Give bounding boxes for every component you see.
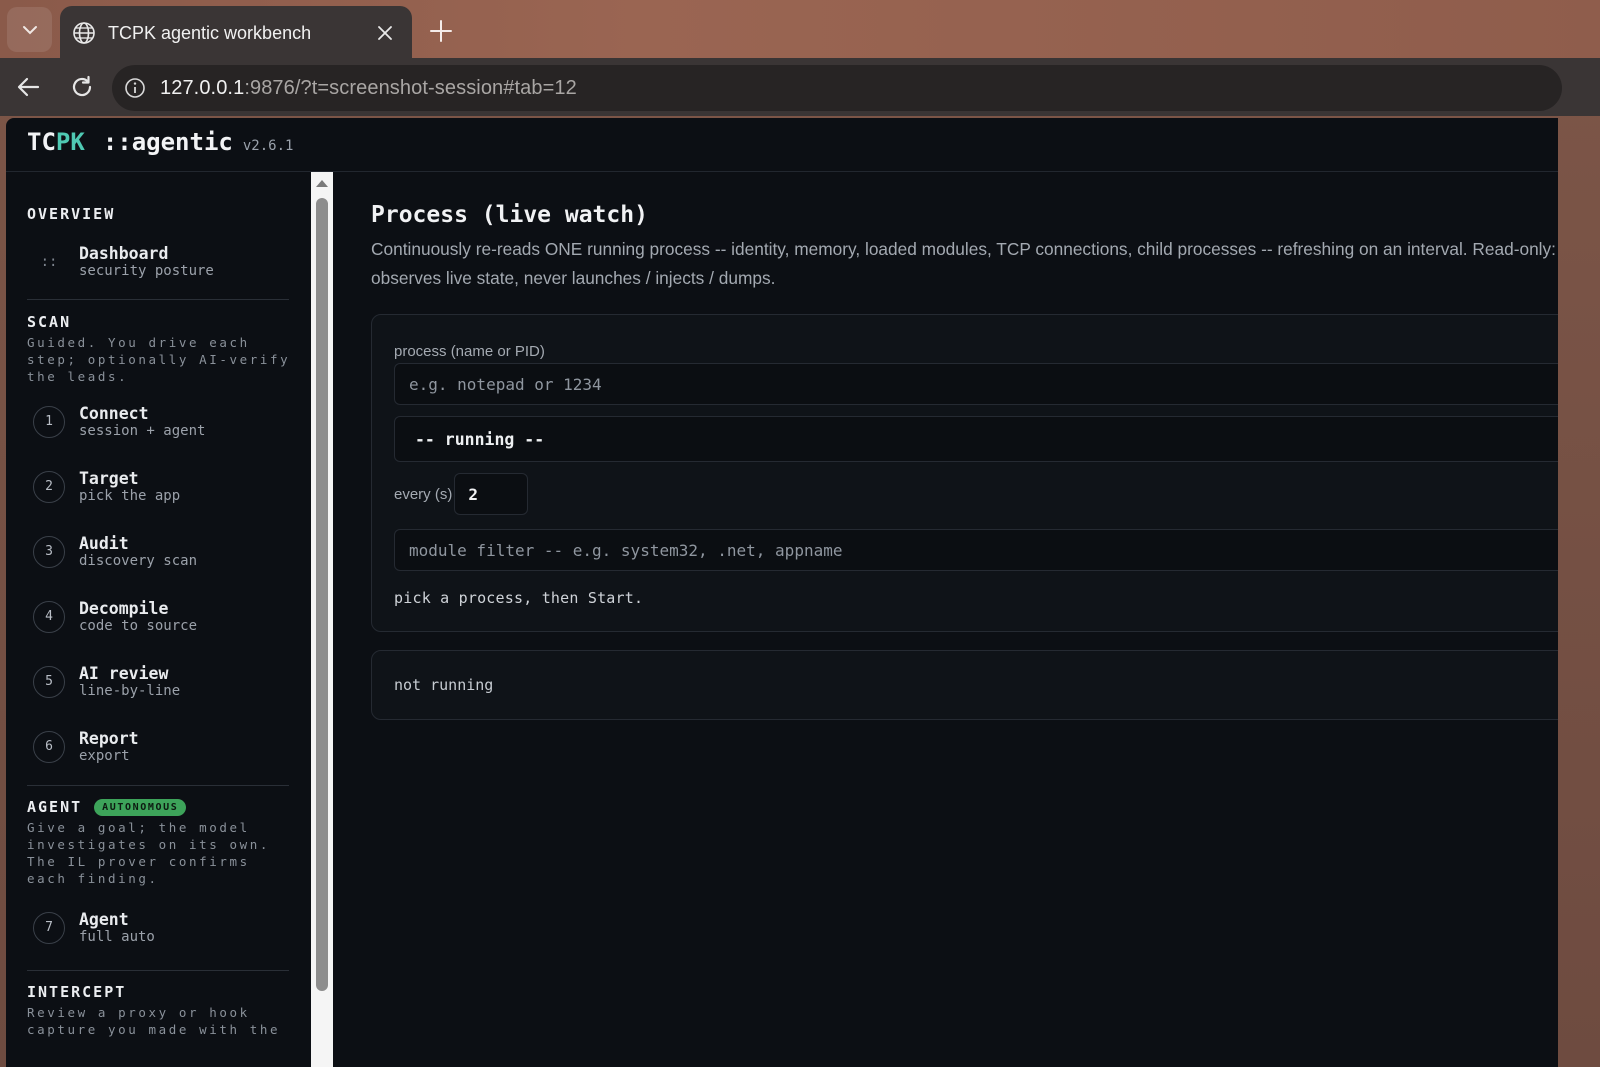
- sidebar-item-label: Decompile: [79, 598, 169, 618]
- brand-logo: TCPK: [27, 128, 85, 156]
- process-field-label: process (name or PID): [394, 343, 545, 360]
- step-number: 4: [33, 600, 65, 633]
- autonomous-badge: AUTONOMOUS: [94, 798, 187, 816]
- app-header: TCPK ::agentic v2.6.1: [6, 118, 1558, 172]
- sidebar-item-label: Report: [79, 728, 139, 748]
- tab-title: TCPK agentic workbench: [108, 22, 312, 43]
- app-version: v2.6.1: [242, 138, 294, 154]
- sidebar-item-agent[interactable]: 7 Agent full auto: [27, 895, 311, 960]
- sidebar-item-report[interactable]: 6 Report export: [27, 714, 311, 779]
- interval-label: every (s): [394, 485, 453, 503]
- sidebar-scrollbar[interactable]: [311, 172, 333, 1067]
- section-title-overview: OVERVIEW: [27, 205, 116, 223]
- sidebar-item-label: AI review: [79, 663, 169, 683]
- new-tab-button[interactable]: [424, 14, 458, 48]
- info-icon[interactable]: [124, 77, 146, 99]
- browser-toolbar: 127.0.0.1:9876/?t=screenshot-session#tab…: [0, 58, 1600, 116]
- brand-suffix: ::agentic: [102, 128, 233, 156]
- interval-value: 2: [468, 484, 478, 504]
- module-filter-input[interactable]: module filter -- e.g. system32, .net, ap…: [394, 529, 1558, 571]
- tab-search-button[interactable]: [7, 7, 52, 52]
- step-number: 2: [33, 470, 65, 503]
- main-content: Process (live watch) Continuously re-rea…: [333, 172, 1558, 1067]
- process-input[interactable]: e.g. notepad or 1234: [394, 363, 1558, 405]
- address-bar[interactable]: 127.0.0.1:9876/?t=screenshot-session#tab…: [112, 65, 1562, 111]
- sidebar-item-audit[interactable]: 3 Audit discovery scan: [27, 519, 311, 584]
- step-number: 6: [33, 730, 65, 763]
- section-title-scan: SCAN: [27, 313, 72, 331]
- sidebar-item-target[interactable]: 2 Target pick the app: [27, 454, 311, 519]
- close-icon: [378, 26, 392, 40]
- sidebar-item-label: Connect: [79, 403, 149, 423]
- section-title-intercept: INTERCEPT: [27, 983, 127, 1001]
- sidebar-item-sub: security posture: [79, 263, 214, 279]
- url-path: :9876/?t=screenshot-session#tab=12: [244, 76, 577, 99]
- page-title: Process (live watch): [371, 202, 648, 228]
- step-number: 5: [33, 665, 65, 698]
- step-number: 1: [33, 405, 65, 438]
- page-description: Continuously re-reads ONE running proces…: [371, 239, 1558, 288]
- sidebar-item-ai-review[interactable]: 5 AI review line-by-line: [27, 649, 311, 714]
- process-input-placeholder: e.g. notepad or 1234: [409, 374, 602, 394]
- module-filter-placeholder: module filter -- e.g. system32, .net, ap…: [409, 540, 843, 560]
- brand-tc: TC: [27, 128, 56, 156]
- hint-text: pick a process, then Start.: [394, 589, 644, 607]
- status-card: not running: [371, 650, 1558, 720]
- sidebar: OVERVIEW :: Dashboard security posture S…: [6, 172, 311, 1067]
- section-title-agent-text: AGENT: [27, 798, 83, 816]
- browser-tab[interactable]: TCPK agentic workbench: [60, 6, 412, 60]
- reload-button[interactable]: [65, 70, 99, 104]
- running-process-select[interactable]: -- running --: [394, 416, 1558, 462]
- step-number: 7: [33, 911, 65, 944]
- brand-pk: PK: [55, 128, 85, 156]
- watch-config-card: process (name or PID) e.g. notepad or 12…: [371, 314, 1558, 632]
- sidebar-item-label: Agent: [79, 909, 129, 929]
- section-desc-agent: Give a goal; the model investigates on i…: [27, 820, 271, 886]
- sidebar-item-sub: code to source: [79, 617, 198, 634]
- chevron-down-icon: [22, 25, 37, 34]
- back-button[interactable]: [12, 70, 46, 104]
- url-host: 127.0.0.1: [160, 76, 245, 99]
- running-process-select-value: -- running --: [415, 429, 545, 449]
- scroll-up-arrow-icon[interactable]: [316, 180, 328, 187]
- sidebar-item-sub: full auto: [79, 928, 155, 945]
- url-text: 127.0.0.1:9876/?t=screenshot-session#tab…: [160, 77, 577, 100]
- sidebar-item-sub: pick the app: [79, 487, 181, 504]
- dashboard-icon: ::: [40, 254, 58, 270]
- browser-tab-strip: TCPK agentic workbench: [0, 0, 1600, 60]
- sidebar-item-label: Dashboard: [79, 244, 169, 263]
- watch-status-text: not running: [394, 676, 494, 694]
- plus-icon: [430, 20, 452, 42]
- arrow-left-icon: [17, 77, 40, 97]
- step-number: 3: [33, 535, 65, 568]
- sidebar-item-connect[interactable]: 1 Connect session + agent: [27, 389, 311, 454]
- sidebar-item-sub: export: [79, 747, 130, 764]
- scrollbar-thumb[interactable]: [316, 198, 328, 991]
- section-desc-intercept: Review a proxy or hook capture you made …: [27, 1005, 281, 1037]
- app-window: TCPK ::agentic v2.6.1 OVERVIEW :: Dashbo…: [6, 118, 1558, 1067]
- sidebar-item-dashboard[interactable]: :: Dashboard security posture: [27, 231, 311, 293]
- section-desc-scan: Guided. You drive each step; optionally …: [27, 335, 291, 384]
- tab-close-button[interactable]: [370, 18, 400, 48]
- sidebar-item-decompile[interactable]: 4 Decompile code to source: [27, 584, 311, 649]
- globe-icon: [73, 22, 95, 44]
- interval-input[interactable]: 2: [454, 473, 529, 515]
- interval-row: every (s) 2: [394, 473, 1558, 515]
- sidebar-item-label: Target: [79, 468, 139, 488]
- sidebar-item-sub: line-by-line: [79, 682, 181, 699]
- sidebar-item-label: Audit: [79, 533, 129, 553]
- reload-icon: [72, 75, 92, 97]
- sidebar-item-sub: discovery scan: [79, 552, 198, 569]
- sidebar-item-sub: session + agent: [79, 422, 206, 439]
- section-title-agent: AGENT AUTONOMOUS: [27, 798, 311, 816]
